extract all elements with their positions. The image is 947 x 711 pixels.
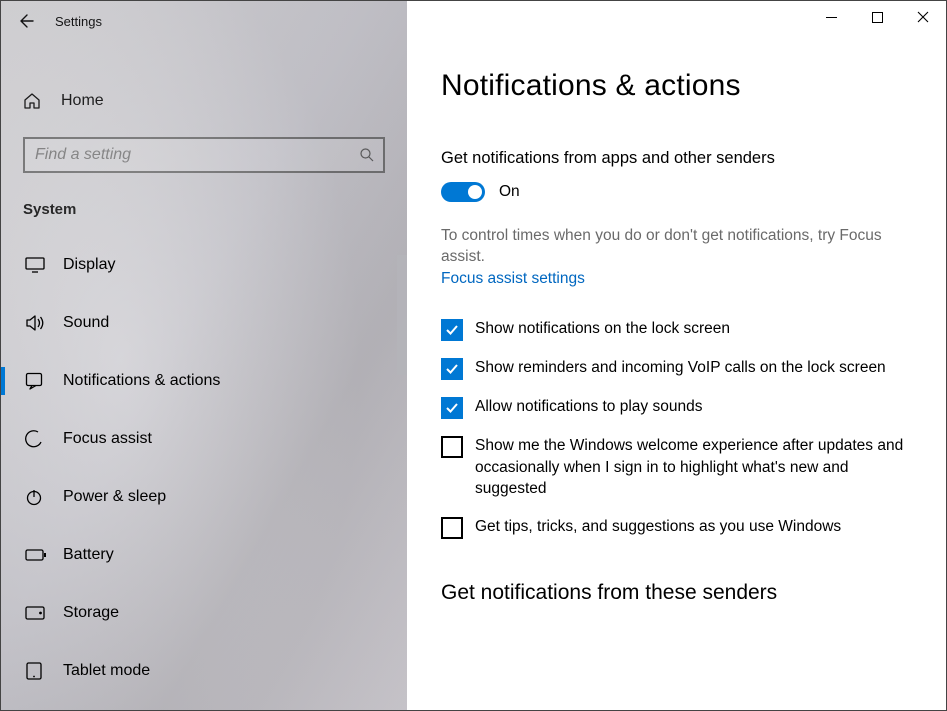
notification-options: Show notifications on the lock screen Sh…: [441, 318, 918, 539]
maximize-button[interactable]: [854, 1, 900, 33]
check-welcome[interactable]: Show me the Windows welcome experience a…: [441, 435, 918, 500]
checkbox-icon: [441, 517, 463, 539]
check-voip[interactable]: Show reminders and incoming VoIP calls o…: [441, 357, 918, 380]
main-content: Notifications & actions Get notification…: [407, 1, 946, 710]
power-icon: [25, 488, 49, 506]
notifications-icon: [25, 372, 49, 390]
check-lock-screen[interactable]: Show notifications on the lock screen: [441, 318, 918, 341]
search-input[interactable]: [35, 146, 359, 164]
sidebar-item-notifications[interactable]: Notifications & actions: [1, 352, 407, 410]
back-button[interactable]: [1, 1, 49, 41]
sidebar-item-focus-assist[interactable]: Focus assist: [1, 410, 407, 468]
sidebar-item-label: Tablet mode: [63, 662, 150, 680]
sidebar-item-display[interactable]: Display: [1, 236, 407, 294]
settings-window: Settings Home System Display: [0, 0, 947, 711]
get-notifications-toggle-row: On: [441, 182, 918, 202]
sidebar-item-tablet[interactable]: Tablet mode: [1, 642, 407, 700]
section-label: System: [23, 201, 385, 218]
titlebar: Settings: [1, 1, 407, 41]
check-label: Show notifications on the lock screen: [475, 318, 730, 340]
sidebar-item-sound[interactable]: Sound: [1, 294, 407, 352]
search-wrap: [23, 137, 385, 173]
home-label: Home: [61, 92, 104, 110]
sidebar-item-storage[interactable]: Storage: [1, 584, 407, 642]
tablet-icon: [25, 662, 49, 680]
sidebar-item-label: Display: [63, 256, 115, 274]
check-tips[interactable]: Get tips, tricks, and suggestions as you…: [441, 516, 918, 539]
focus-assist-icon: [25, 430, 49, 448]
battery-icon: [25, 548, 49, 562]
sidebar-item-label: Sound: [63, 314, 109, 332]
checkbox-icon: [441, 358, 463, 380]
sidebar-scrollbar[interactable]: [397, 255, 407, 375]
home-nav[interactable]: Home: [1, 83, 407, 119]
check-label: Get tips, tricks, and suggestions as you…: [475, 516, 841, 538]
check-label: Allow notifications to play sounds: [475, 396, 702, 418]
get-notifications-label: Get notifications from apps and other se…: [441, 149, 918, 168]
nav-list: Display Sound Notifications & actions Fo…: [1, 236, 407, 700]
sidebar: Settings Home System Display: [1, 1, 407, 710]
storage-icon: [25, 606, 49, 620]
sound-icon: [25, 314, 49, 332]
checkbox-icon: [441, 397, 463, 419]
senders-title: Get notifications from these senders: [441, 581, 918, 605]
search-box[interactable]: [23, 137, 385, 173]
sidebar-item-power[interactable]: Power & sleep: [1, 468, 407, 526]
sidebar-item-label: Storage: [63, 604, 119, 622]
home-icon: [23, 92, 45, 110]
focus-assist-description: To control times when you do or don't ge…: [441, 226, 918, 268]
check-sounds[interactable]: Allow notifications to play sounds: [441, 396, 918, 419]
close-button[interactable]: [900, 1, 946, 33]
window-controls: [808, 1, 946, 33]
focus-assist-link[interactable]: Focus assist settings: [441, 270, 918, 288]
app-title: Settings: [55, 14, 102, 29]
checkbox-icon: [441, 319, 463, 341]
check-label: Show me the Windows welcome experience a…: [475, 435, 918, 500]
display-icon: [25, 257, 49, 273]
get-notifications-state: On: [499, 183, 520, 201]
sidebar-item-label: Notifications & actions: [63, 372, 220, 390]
checkbox-icon: [441, 436, 463, 458]
page-title: Notifications & actions: [441, 69, 918, 103]
sidebar-item-label: Power & sleep: [63, 488, 166, 506]
sidebar-item-label: Focus assist: [63, 430, 152, 448]
search-icon: [359, 147, 375, 163]
minimize-button[interactable]: [808, 1, 854, 33]
sidebar-item-label: Battery: [63, 546, 114, 564]
check-label: Show reminders and incoming VoIP calls o…: [475, 357, 886, 379]
sidebar-item-battery[interactable]: Battery: [1, 526, 407, 584]
get-notifications-toggle[interactable]: [441, 182, 485, 202]
